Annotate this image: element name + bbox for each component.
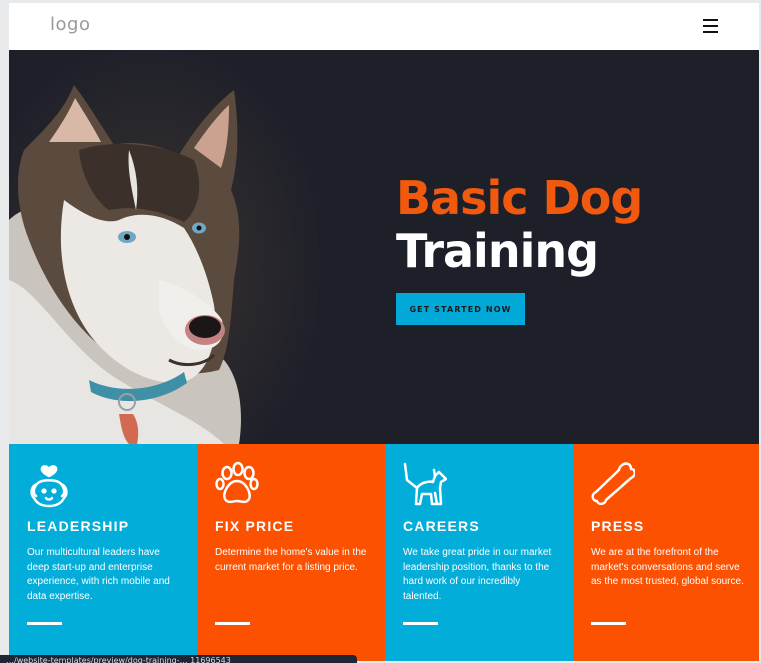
feature-press: PRESS We are at the forefront of the mar… (573, 444, 759, 661)
logo[interactable]: logo (50, 14, 90, 35)
browser-status-bar: …/website-templates/preview/dog-training… (0, 655, 357, 663)
feature-title: FIX PRICE (215, 518, 295, 534)
hamburger-menu-icon[interactable] (703, 19, 718, 33)
hero-section: Basic Dog Training GET STARTED NOW (9, 50, 759, 444)
paw-icon (215, 461, 259, 504)
hero-title-line2: Training (396, 224, 599, 278)
bone-icon (591, 462, 635, 506)
feature-title: LEADERSHIP (27, 518, 130, 534)
dog-heart-icon (30, 465, 68, 508)
feature-title: PRESS (591, 518, 645, 534)
feature-leadership: LEADERSHIP Our multicultural leaders hav… (9, 444, 197, 661)
feature-title: CAREERS (403, 518, 480, 534)
get-started-button[interactable]: GET STARTED NOW (396, 293, 525, 325)
feature-divider (215, 622, 250, 625)
feature-description: Determine the home's value in the curren… (215, 547, 367, 573)
site-header: logo (9, 3, 759, 50)
feature-description: We take great pride in our market leader… (403, 547, 552, 602)
dog-leash-icon (403, 462, 447, 506)
husky-dog-image (9, 50, 319, 444)
features-section: LEADERSHIP Our multicultural leaders hav… (9, 444, 759, 661)
feature-fix-price: FIX PRICE Determine the home's value in … (197, 444, 385, 661)
feature-description: We are at the forefront of the market's … (591, 547, 744, 587)
hero-title-line1: Basic Dog (396, 171, 643, 225)
feature-careers: CAREERS We take great pride in our marke… (385, 444, 573, 661)
page: logo Basic Dog Training GET STARTED NOW … (9, 3, 759, 661)
hero-title: Basic Dog Training (396, 171, 643, 278)
feature-description: Our multicultural leaders have deep star… (27, 547, 170, 602)
feature-divider (591, 622, 626, 625)
feature-divider (403, 622, 438, 625)
feature-divider (27, 622, 62, 625)
